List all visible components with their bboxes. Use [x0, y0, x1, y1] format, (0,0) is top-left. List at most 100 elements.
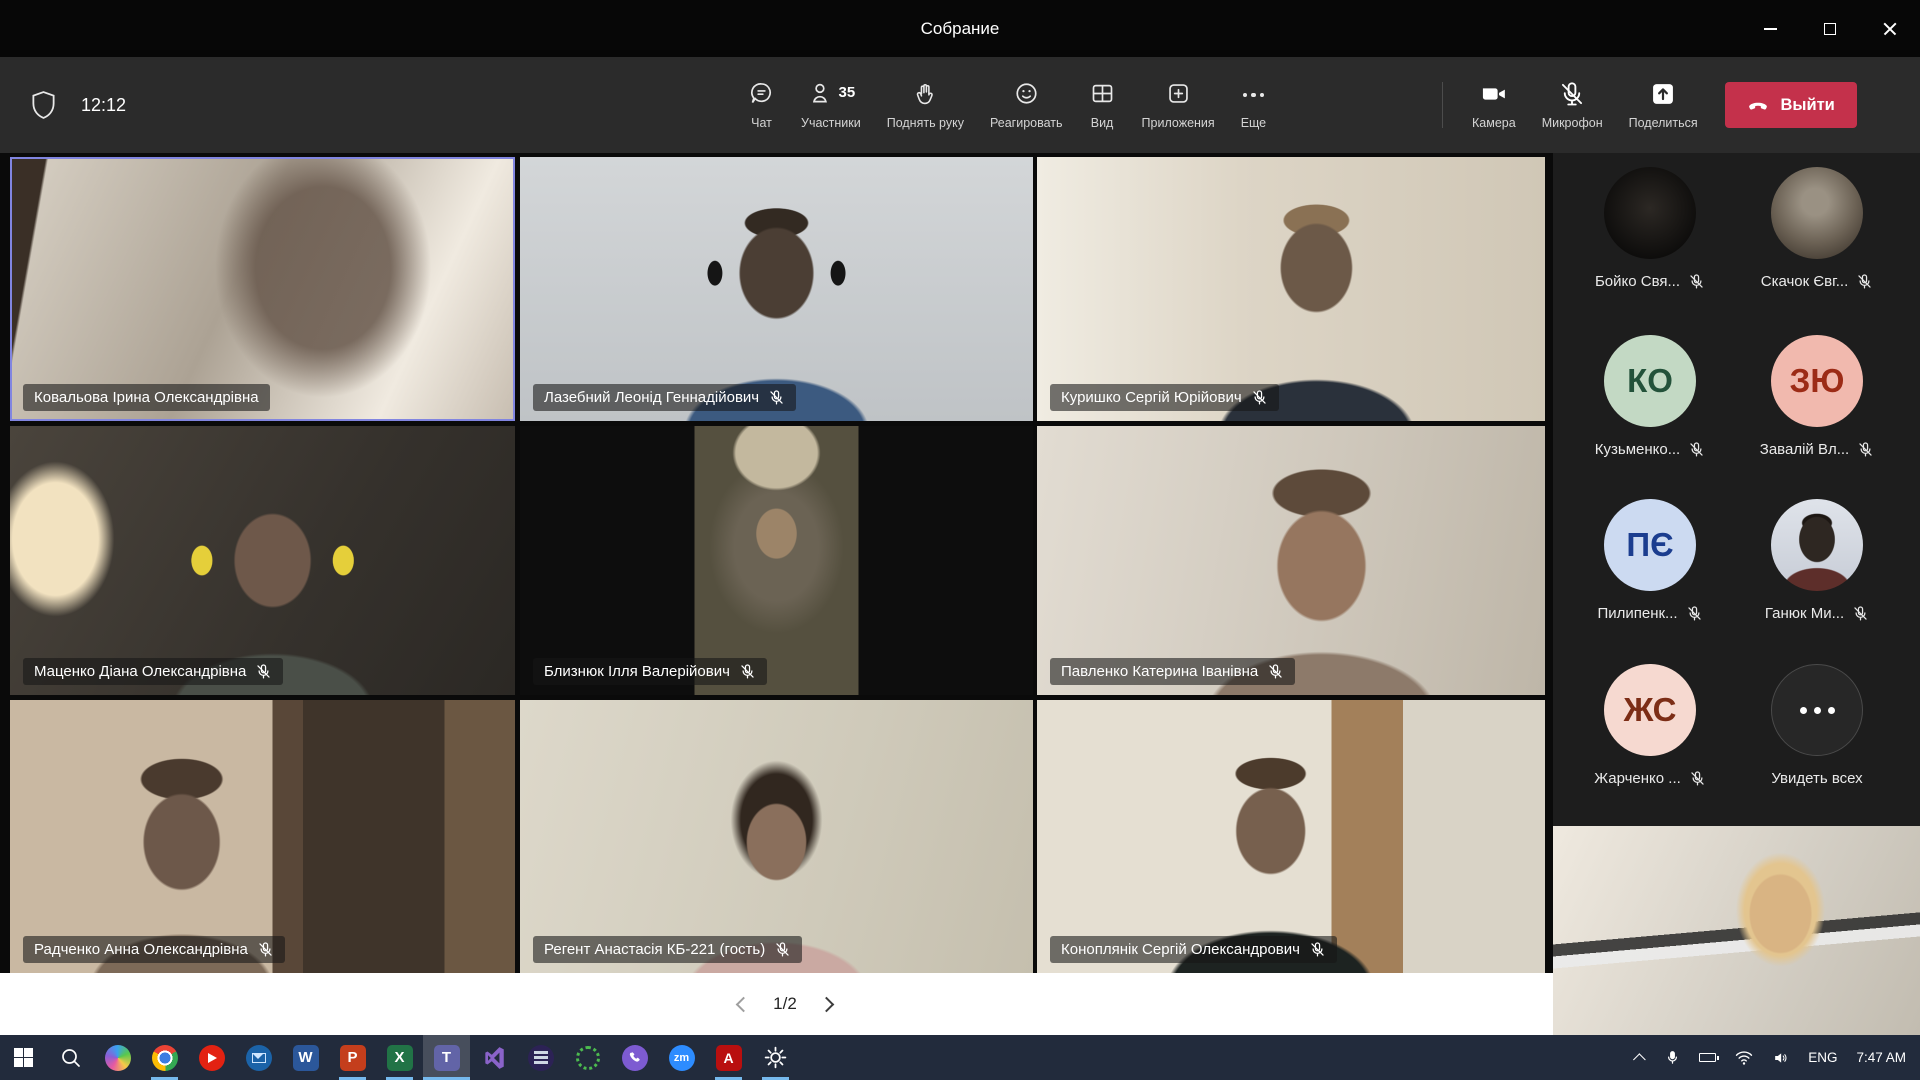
- eclipse-icon: [528, 1045, 554, 1071]
- tray-wifi-icon[interactable]: [1735, 1050, 1753, 1065]
- window-controls: [1740, 0, 1920, 57]
- avatar: [1771, 167, 1863, 259]
- video-tile[interactable]: Павленко Катерина Іванівна: [1037, 426, 1545, 695]
- camera-icon: [1479, 80, 1509, 108]
- taskbar-app-excel[interactable]: X: [376, 1035, 423, 1080]
- participant-name-badge: Коноплянік Сергій Олександрович: [1050, 936, 1337, 963]
- sidebar-participant[interactable]: Бойко Свя...: [1564, 167, 1736, 290]
- tray-language-indicator[interactable]: ENG: [1808, 1050, 1837, 1065]
- participant-name: Скачок Євг...: [1761, 273, 1849, 290]
- taskbar-app-youtube[interactable]: [188, 1035, 235, 1080]
- mic-muted-icon: [1251, 389, 1268, 406]
- avatar-initials: КО: [1627, 362, 1673, 400]
- close-button[interactable]: [1860, 0, 1920, 57]
- chat-button[interactable]: Чат: [735, 80, 788, 130]
- sidebar-participant[interactable]: Скачок Євг...: [1731, 167, 1903, 290]
- participant-name-badge: Маценко Діана Олександрівна: [23, 658, 283, 685]
- video-tile[interactable]: Куришко Сергій Юрійович: [1037, 157, 1545, 421]
- participant-name-badge: Регент Анастасія КБ-221 (гость): [533, 936, 802, 963]
- taskbar-app-greenring[interactable]: [564, 1035, 611, 1080]
- close-icon: [1883, 22, 1897, 36]
- view-label: Вид: [1091, 116, 1114, 130]
- taskbar-app-teams[interactable]: T: [423, 1035, 470, 1080]
- mic-muted-icon: [1857, 441, 1874, 458]
- mic-button[interactable]: Микрофон: [1529, 80, 1616, 130]
- share-icon: [1649, 80, 1677, 108]
- react-button[interactable]: Реагировать: [977, 80, 1076, 130]
- taskbar-app-settings[interactable]: [752, 1035, 799, 1080]
- sidebar-participant[interactable]: ПЄ Пилипенк...: [1564, 499, 1736, 622]
- avatar: [1771, 499, 1863, 591]
- sidebar-participant[interactable]: Ганюк Ми...: [1731, 499, 1903, 622]
- video-tile[interactable]: Коноплянік Сергій Олександрович: [1037, 700, 1545, 973]
- taskbar-app-visual-studio[interactable]: [470, 1035, 517, 1080]
- windows-logo-icon: [14, 1048, 34, 1068]
- video-grid: Ковальова Ірина Олександрівна Лазебний Л…: [0, 153, 1553, 1035]
- minimize-button[interactable]: [1740, 0, 1800, 57]
- see-all-button[interactable]: Увидеть всех: [1731, 664, 1903, 787]
- sidebar-participant[interactable]: КО Кузьменко...: [1564, 335, 1736, 458]
- mic-muted-icon: [257, 941, 274, 958]
- paint3d-icon: [105, 1045, 131, 1071]
- video-tile[interactable]: Регент Анастасія КБ-221 (гость): [520, 700, 1033, 973]
- taskbar-app-eclipse[interactable]: [517, 1035, 564, 1080]
- start-button[interactable]: [0, 1035, 47, 1080]
- mic-muted-icon: [1688, 273, 1705, 290]
- previous-page-icon[interactable]: [736, 996, 752, 1012]
- view-button[interactable]: Вид: [1076, 80, 1129, 130]
- participant-name: Пилипенк...: [1597, 605, 1677, 622]
- video-tile[interactable]: Маценко Діана Олександрівна: [10, 426, 515, 695]
- tray-mic-icon[interactable]: [1665, 1049, 1680, 1066]
- more-button[interactable]: Еще: [1228, 80, 1279, 130]
- leave-button[interactable]: Выйти: [1725, 82, 1857, 128]
- more-label: Еще: [1241, 116, 1266, 130]
- taskbar-app-acrobat[interactable]: A: [705, 1035, 752, 1080]
- mic-muted-icon: [1686, 605, 1703, 622]
- next-page-icon[interactable]: [819, 996, 835, 1012]
- react-icon: [1013, 80, 1040, 107]
- chevron-up-icon: [1633, 1053, 1646, 1066]
- participant-name-badge: Радченко Анна Олександрівна: [23, 936, 285, 963]
- pagination-band: 1/2: [0, 973, 1553, 1035]
- video-tile[interactable]: Лазебний Леонід Геннадійович: [520, 157, 1033, 421]
- video-tile[interactable]: Близнюк Ілля Валерійович: [520, 426, 1033, 695]
- taskbar-search-button[interactable]: [47, 1035, 94, 1080]
- pagination: 1/2: [700, 973, 870, 1035]
- tray-expand-button[interactable]: [1637, 1053, 1646, 1062]
- chrome-icon: [152, 1045, 178, 1071]
- excel-icon: X: [387, 1045, 413, 1071]
- raise-hand-button[interactable]: Поднять руку: [874, 80, 977, 130]
- participants-sidebar: Бойко Свя... Скачок Євг... КО Кузьменко.…: [1553, 153, 1920, 1035]
- taskbar-app-viber[interactable]: [611, 1035, 658, 1080]
- share-label: Поделиться: [1629, 116, 1698, 130]
- taskbar-app-paint3d[interactable]: [94, 1035, 141, 1080]
- sidebar-participant[interactable]: ЖС Жарченко ...: [1564, 664, 1736, 787]
- ellipsis-icon: [1771, 664, 1863, 756]
- taskbar-app-powerpoint[interactable]: P: [329, 1035, 376, 1080]
- taskbar-app-word[interactable]: W: [282, 1035, 329, 1080]
- video-tile[interactable]: Радченко Анна Олександрівна: [10, 700, 515, 973]
- taskbar-app-chrome[interactable]: [141, 1035, 188, 1080]
- share-button[interactable]: Поделиться: [1616, 80, 1711, 130]
- participant-name-badge: Павленко Катерина Іванівна: [1050, 658, 1295, 685]
- mic-muted-icon: [255, 663, 272, 680]
- tray-clock[interactable]: 7:47 AM: [1856, 1050, 1906, 1065]
- maximize-button[interactable]: [1800, 0, 1860, 57]
- tray-volume-icon[interactable]: [1772, 1050, 1789, 1066]
- avatar: ЗЮ: [1771, 335, 1863, 427]
- apps-button[interactable]: Приложения: [1129, 80, 1228, 130]
- participants-button[interactable]: 35 Участники: [788, 80, 874, 130]
- raise-hand-label: Поднять руку: [887, 116, 964, 130]
- participant-name: Завалій Вл...: [1760, 441, 1849, 458]
- powerpoint-icon: P: [340, 1045, 366, 1071]
- toolbar-divider: [1442, 82, 1443, 128]
- sidebar-participant[interactable]: ЗЮ Завалій Вл...: [1731, 335, 1903, 458]
- tray-battery-icon[interactable]: [1699, 1053, 1716, 1062]
- self-video-preview[interactable]: [1553, 826, 1920, 1035]
- video-tile[interactable]: Ковальова Ірина Олександрівна: [10, 157, 515, 421]
- participant-name: Лазебний Леонід Геннадійович: [544, 389, 759, 406]
- taskbar-app-zoom[interactable]: zm: [658, 1035, 705, 1080]
- taskbar-app-mail[interactable]: [235, 1035, 282, 1080]
- participant-name: Коноплянік Сергій Олександрович: [1061, 941, 1300, 958]
- camera-button[interactable]: Камера: [1459, 80, 1529, 130]
